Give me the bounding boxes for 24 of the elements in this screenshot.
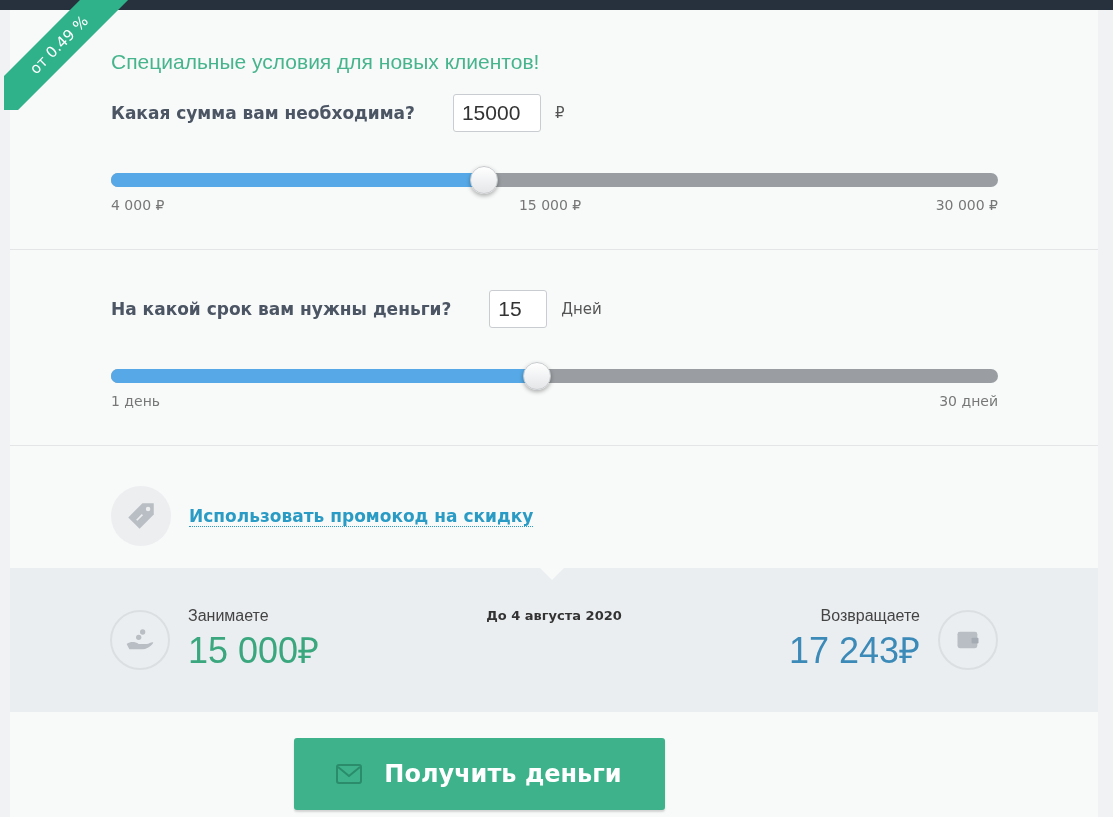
slider-thumb[interactable] xyxy=(469,166,498,194)
question-label: На какой срок вам нужны деньги? xyxy=(111,299,452,319)
tick-label: 1 день xyxy=(111,393,161,409)
wallet-icon xyxy=(938,610,998,670)
borrow-amount: 15 000₽ xyxy=(188,628,320,673)
tick-label: 30 дней xyxy=(939,393,998,409)
tick-label: 15 000 ₽ xyxy=(518,197,582,213)
return-amount: 17 243₽ xyxy=(788,628,920,673)
envelope-icon xyxy=(336,764,363,784)
return-label: Возвращаете xyxy=(820,606,920,625)
hand-coins-icon xyxy=(110,610,170,670)
borrow-label: Занимаете xyxy=(188,606,270,625)
tick-label: 4 000 ₽ xyxy=(111,197,165,213)
input-field[interactable]: 15000 xyxy=(452,94,541,132)
unit-label: ₽ xyxy=(554,104,565,122)
tick-label: 30 000 ₽ xyxy=(935,197,998,213)
input-field[interactable]: 15 xyxy=(489,290,548,328)
due-date: До 4 августа 2020 xyxy=(486,608,622,623)
slider[interactable] xyxy=(111,165,998,195)
question-label: Какая сумма вам необходима? xyxy=(111,103,415,123)
headline: Специальные условия для новых клиентов! xyxy=(111,50,541,74)
slider[interactable] xyxy=(111,361,998,391)
slider-thumb[interactable] xyxy=(522,362,551,390)
unit-label: Дней xyxy=(561,300,602,318)
